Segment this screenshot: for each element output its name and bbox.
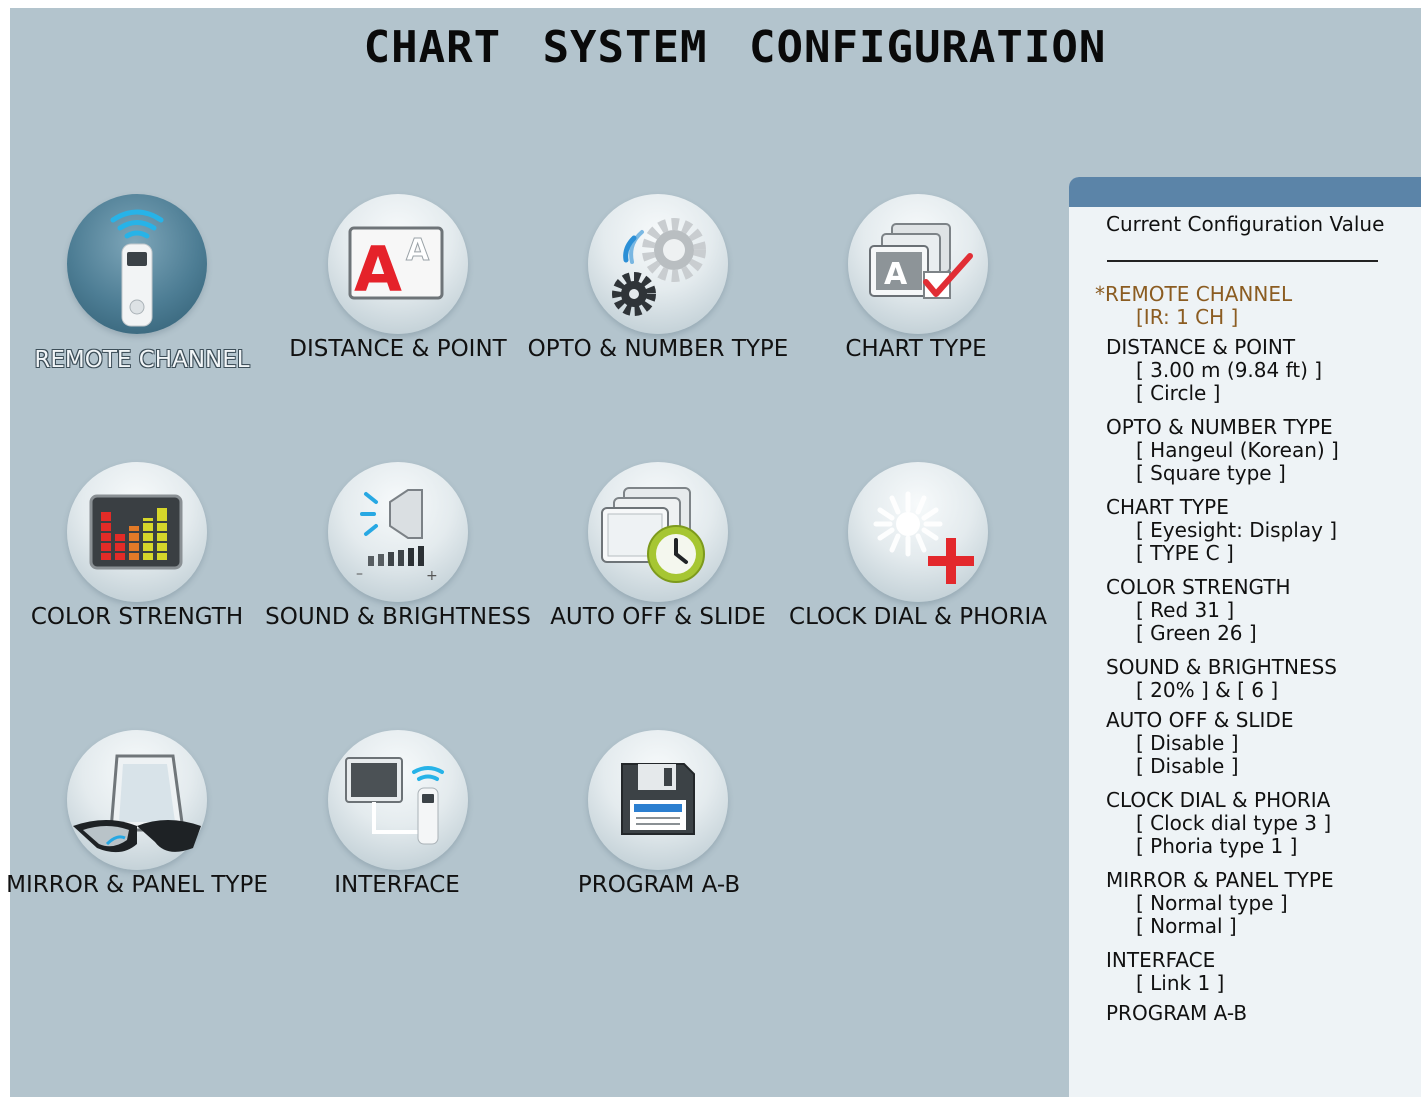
- config-heading-sound-brightness: SOUND & BRIGHTNESS: [1106, 655, 1338, 679]
- config-heading-interface: INTERFACE: [1106, 948, 1216, 972]
- config-value-interface: [ Link 1 ]: [1136, 971, 1225, 995]
- menu-item-mirror-panel-type[interactable]: [67, 730, 217, 880]
- config-value-distance: [ 3.00 m (9.84 ft) ]: [1136, 358, 1323, 382]
- svg-text:A: A: [884, 257, 908, 292]
- svg-text:A: A: [354, 233, 402, 306]
- config-panel: Current Configuration Value *REMOTE CHAN…: [1069, 177, 1421, 1097]
- menu-item-color-strength[interactable]: [67, 462, 217, 612]
- remote-control-icon: [67, 194, 207, 334]
- menu-item-interface[interactable]: [328, 730, 478, 880]
- slides-clock-icon: [588, 462, 728, 602]
- config-value-mirror: [ Normal type ]: [1136, 891, 1288, 915]
- config-value-remote-channel: [IR: 1 CH ]: [1136, 305, 1239, 329]
- config-value-red: [ Red 31 ]: [1136, 598, 1235, 622]
- config-value-clock-dial: [ Clock dial type 3 ]: [1136, 811, 1332, 835]
- letter-size-icon: A A: [328, 194, 468, 334]
- config-heading-color-strength: COLOR STRENGTH: [1106, 575, 1291, 599]
- config-value-chart-eyesight: [ Eyesight: Display ]: [1136, 518, 1338, 542]
- config-value-opto-language: [ Hangeul (Korean) ]: [1136, 438, 1339, 462]
- menu-item-opto-number-type[interactable]: [588, 194, 738, 344]
- menu-item-clock-dial-phoria[interactable]: [848, 462, 998, 612]
- chart-cards-check-icon: A: [848, 194, 988, 334]
- menu-label-interface: INTERFACE: [334, 872, 460, 898]
- svg-text:+: +: [426, 568, 438, 584]
- config-value-number-type: [ Square type ]: [1136, 461, 1286, 485]
- menu-item-chart-type[interactable]: A: [848, 194, 998, 344]
- config-panel-header: [1069, 177, 1421, 207]
- menu-label-chart-type: CHART TYPE: [845, 336, 987, 362]
- config-value-green: [ Green 26 ]: [1136, 621, 1257, 645]
- menu-label-remote-channel: REMOTE CHANNEL: [34, 347, 250, 373]
- config-value-sound-brightness: [ 20% ] & [ 6 ]: [1136, 678, 1279, 702]
- floppy-disk-icon: [588, 730, 728, 870]
- svg-text:A: A: [406, 233, 430, 268]
- page-title: CHART SYSTEM CONFIGURATION: [363, 22, 1107, 73]
- menu-label-distance-point: DISTANCE & POINT: [289, 336, 507, 362]
- svg-text:–: –: [356, 566, 363, 582]
- config-value-chart-type: [ TYPE C ]: [1136, 541, 1234, 565]
- menu-label-sound-brightness: SOUND & BRIGHTNESS: [265, 604, 531, 630]
- config-value-auto-off: [ Disable ]: [1136, 731, 1239, 755]
- config-value-phoria: [ Phoria type 1 ]: [1136, 834, 1298, 858]
- gears-icon: [588, 194, 728, 334]
- mirror-glasses-icon: [67, 730, 207, 870]
- menu-item-distance-point[interactable]: A A: [328, 194, 478, 344]
- config-value-panel: [ Normal ]: [1136, 914, 1237, 938]
- menu-item-auto-off-slide[interactable]: [588, 462, 738, 612]
- config-heading-clock-dial-phoria: CLOCK DIAL & PHORIA: [1106, 788, 1331, 812]
- clock-dial-cross-icon: [848, 462, 988, 602]
- color-bars-icon: [67, 462, 207, 602]
- config-panel-divider: [1107, 260, 1378, 262]
- monitor-remote-icon: [328, 730, 468, 870]
- menu-label-auto-off-slide: AUTO OFF & SLIDE: [550, 604, 766, 630]
- menu-label-program-ab: PROGRAM A-B: [577, 872, 741, 898]
- menu-item-sound-brightness[interactable]: – +: [328, 462, 478, 612]
- menu-label-mirror-panel-type: MIRROR & PANEL TYPE: [6, 872, 268, 898]
- config-panel-title: Current Configuration Value: [1106, 212, 1385, 236]
- menu-label-clock-dial-phoria: CLOCK DIAL & PHORIA: [789, 604, 1047, 630]
- config-heading-chart-type: CHART TYPE: [1106, 495, 1229, 519]
- speaker-icon: – +: [328, 462, 468, 602]
- config-value-point: [ Circle ]: [1136, 381, 1221, 405]
- config-heading-program-ab: PROGRAM A-B: [1106, 1001, 1248, 1025]
- menu-label-opto-number-type: OPTO & NUMBER TYPE: [527, 336, 789, 362]
- menu-label-color-strength: COLOR STRENGTH: [30, 604, 244, 630]
- config-heading-distance-point: DISTANCE & POINT: [1106, 335, 1296, 359]
- config-value-slide: [ Disable ]: [1136, 754, 1239, 778]
- config-heading-mirror-panel-type: MIRROR & PANEL TYPE: [1106, 868, 1334, 892]
- config-heading-remote-channel: *REMOTE CHANNEL: [1095, 282, 1293, 306]
- menu-item-program-ab[interactable]: [588, 730, 738, 880]
- config-heading-opto-number-type: OPTO & NUMBER TYPE: [1106, 415, 1333, 439]
- config-heading-auto-off-slide: AUTO OFF & SLIDE: [1106, 708, 1294, 732]
